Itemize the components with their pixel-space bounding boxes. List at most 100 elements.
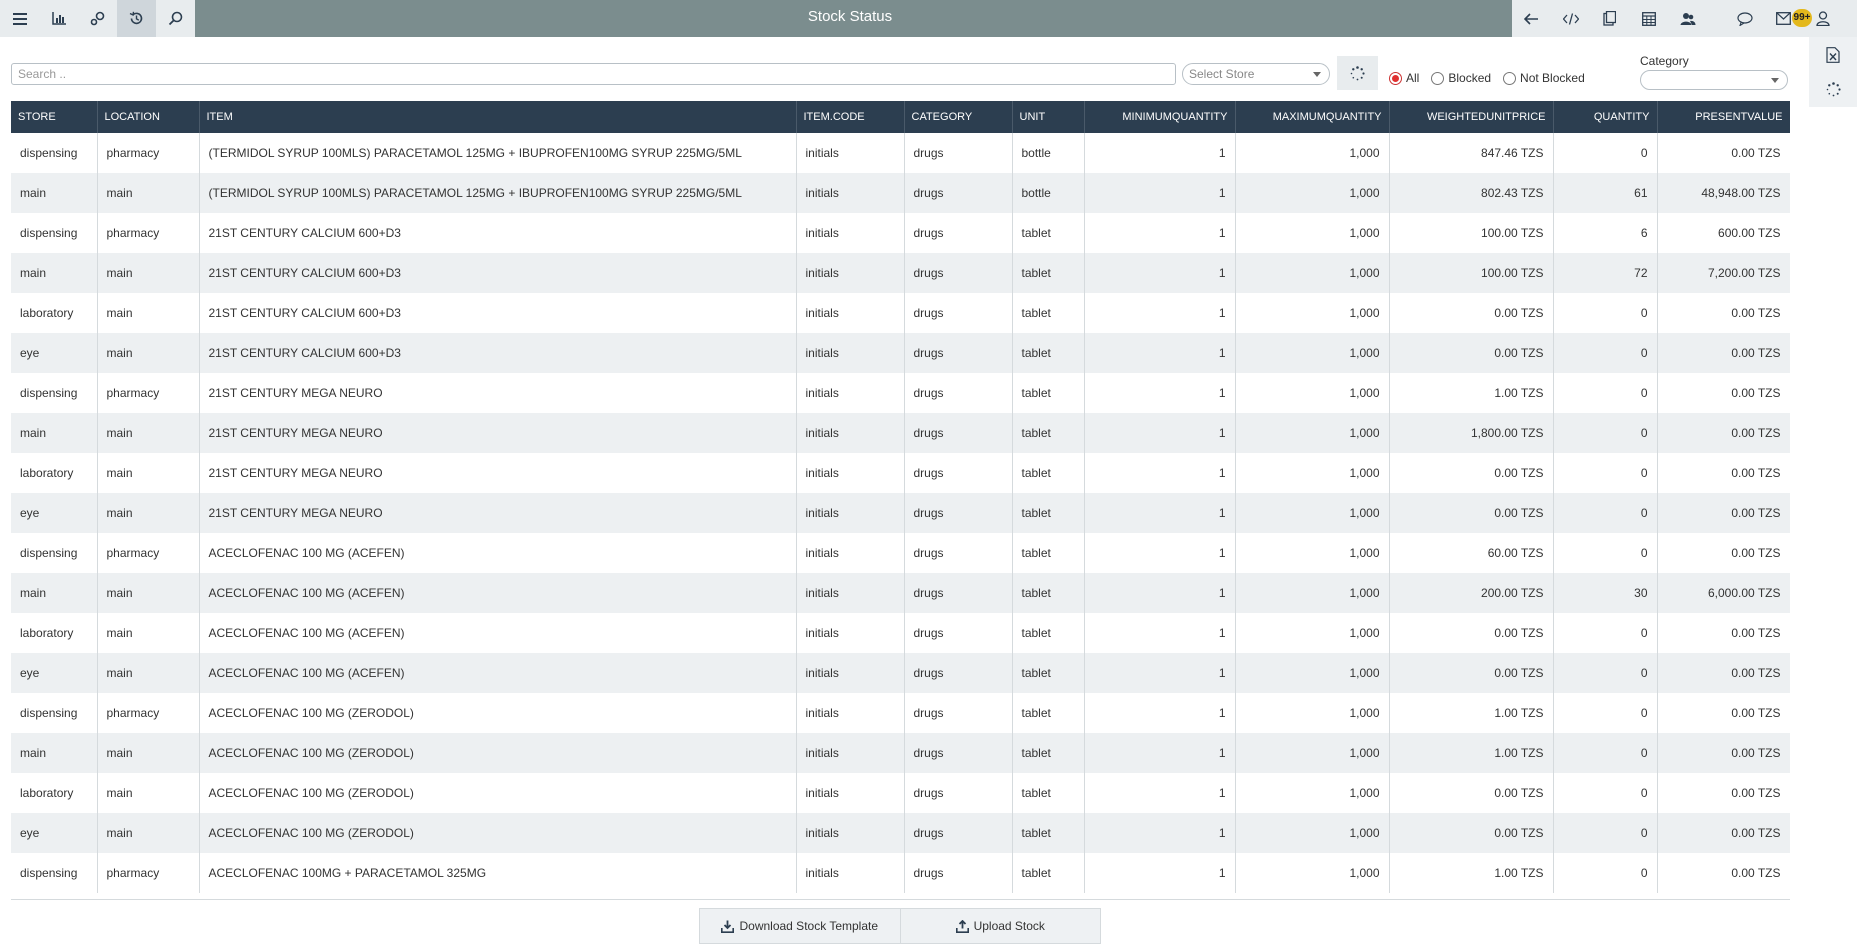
table-row[interactable]: dispensing pharmacy ACECLOFENAC 100MG + PA… xyxy=(11,853,1790,893)
table-cell: 0.00 TZS xyxy=(1657,333,1790,373)
table-row[interactable]: eye main 21ST CENTURY CALCIUM 600+D3 initia… xyxy=(11,333,1790,373)
table-cell: tablet xyxy=(1012,293,1085,333)
code-icon[interactable] xyxy=(1551,0,1590,37)
radio-not-blocked[interactable]: Not Blocked xyxy=(1503,71,1585,85)
table-cell: dispensing xyxy=(11,213,98,253)
table-row[interactable]: eye main 21ST CENTURY MEGA NEURO initials dr… xyxy=(11,493,1790,533)
table-row[interactable]: laboratory main ACECLOFENAC 100 MG (ZERODO… xyxy=(11,773,1790,813)
clipboard-icon[interactable] xyxy=(1590,0,1629,37)
calculator-icon[interactable] xyxy=(1629,0,1668,37)
table-cell: eye xyxy=(11,493,98,533)
table-cell: bottle xyxy=(1012,133,1085,173)
category-select[interactable] xyxy=(1640,70,1788,90)
back-arrow-icon[interactable] xyxy=(1512,0,1551,37)
table-cell: 21ST CENTURY MEGA NEURO xyxy=(199,413,797,453)
column-header[interactable]: MINIMUMQUANTITY xyxy=(1084,101,1236,133)
table-cell: initials xyxy=(796,573,905,613)
loading-icon[interactable] xyxy=(1809,72,1857,107)
menu-icon[interactable] xyxy=(0,0,39,37)
table-row[interactable]: dispensing pharmacy 21ST CENTURY MEGA NEUR… xyxy=(11,373,1790,413)
table-row[interactable]: main main ACECLOFENAC 100 MG (ACEFEN) initi… xyxy=(11,573,1790,613)
store-select[interactable]: Select Store xyxy=(1182,63,1330,85)
table-row[interactable]: laboratory main 21ST CENTURY CALCIUM 600+D… xyxy=(11,293,1790,333)
table-cell: main xyxy=(97,493,200,533)
table-cell: drugs xyxy=(904,333,1013,373)
column-header[interactable]: ITEM xyxy=(199,101,797,133)
radio-all-indicator[interactable] xyxy=(1389,71,1402,85)
refresh-button[interactable] xyxy=(1337,56,1378,90)
radio-all-label: All xyxy=(1406,71,1420,85)
table-cell: 1,000 xyxy=(1235,293,1390,333)
column-header[interactable]: QUANTITY xyxy=(1553,101,1658,133)
chevron-down-icon xyxy=(1771,78,1779,83)
table-cell: 100.00 TZS xyxy=(1389,213,1554,253)
column-header[interactable]: PRESENTVALUE xyxy=(1657,101,1790,133)
table-row[interactable]: dispensing pharmacy ACECLOFENAC 100 MG (ZE… xyxy=(11,693,1790,733)
table-cell: 1,000 xyxy=(1235,573,1390,613)
table-row[interactable]: dispensing pharmacy (TERMIDOL SYRUP 100MLS… xyxy=(11,133,1790,173)
table-row[interactable]: laboratory main ACECLOFENAC 100 MG (ACEFEN… xyxy=(11,613,1790,653)
column-header[interactable]: CATEGORY xyxy=(904,101,1013,133)
table-row[interactable]: laboratory main 21ST CENTURY MEGA NEURO ini… xyxy=(11,453,1790,493)
table-cell: ACECLOFENAC 100 MG (ACEFEN) xyxy=(199,653,797,693)
table-cell: 600.00 TZS xyxy=(1657,213,1790,253)
table-cell: initials xyxy=(796,413,905,453)
table-cell: main xyxy=(97,613,200,653)
table-cell: tablet xyxy=(1012,493,1085,533)
table-cell: 21ST CENTURY CALCIUM 600+D3 xyxy=(199,333,797,373)
table-cell: main xyxy=(97,733,200,773)
table-cell: 0 xyxy=(1553,773,1658,813)
table-cell: initials xyxy=(796,773,905,813)
table-cell: tablet xyxy=(1012,573,1085,613)
table-cell: 802.43 TZS xyxy=(1389,173,1554,213)
table-cell: 0.00 TZS xyxy=(1657,493,1790,533)
table-cell: 6 xyxy=(1553,213,1658,253)
column-header[interactable]: STORE xyxy=(11,101,98,133)
upload-stock-button[interactable]: Upload Stock xyxy=(899,909,1101,943)
table-row[interactable]: main main ACECLOFENAC 100 MG (ZERODOL) init… xyxy=(11,733,1790,773)
table-cell: main xyxy=(97,333,200,373)
table-cell: tablet xyxy=(1012,333,1085,373)
table-row[interactable]: main main 21ST CENTURY CALCIUM 600+D3 initi… xyxy=(11,253,1790,293)
table-row[interactable]: dispensing pharmacy 21ST CENTURY CALCIUM 6… xyxy=(11,213,1790,253)
radio-not-blocked-indicator[interactable] xyxy=(1503,71,1517,85)
bar-chart-icon[interactable] xyxy=(39,0,78,37)
users-icon[interactable] xyxy=(1668,0,1707,37)
radio-blocked-indicator[interactable] xyxy=(1431,71,1445,85)
table-row[interactable]: main main (TERMIDOL SYRUP 100MLS) PARACETA… xyxy=(11,173,1790,213)
table-row[interactable]: dispensing pharmacy ACECLOFENAC 100 MG (AC… xyxy=(11,533,1790,573)
table-row[interactable]: eye main ACECLOFENAC 100 MG (ZERODOL) initi… xyxy=(11,813,1790,853)
table-cell: 6,000.00 TZS xyxy=(1657,573,1790,613)
radio-all[interactable]: All xyxy=(1389,71,1419,85)
table-cell: 0 xyxy=(1553,293,1658,333)
top-bar: Stock Status xyxy=(0,0,1857,37)
notification-badge[interactable]: 99+ xyxy=(1792,9,1812,27)
chat-icon[interactable] xyxy=(1725,0,1764,37)
column-header[interactable]: LOCATION xyxy=(97,101,200,133)
blocked-filter: All Blocked Not Blocked xyxy=(1389,71,1597,85)
table-cell: pharmacy xyxy=(97,133,200,173)
download-template-button[interactable]: Download Stock Template xyxy=(700,909,900,943)
table-cell: 1,000 xyxy=(1235,133,1390,173)
chevron-down-icon xyxy=(1313,72,1321,77)
column-header[interactable]: WEIGHTEDUNITPRICE xyxy=(1389,101,1554,133)
history-icon[interactable] xyxy=(117,0,156,37)
table-row[interactable]: main main 21ST CENTURY MEGA NEURO initials d… xyxy=(11,413,1790,453)
table-cell: ACECLOFENAC 100MG + PARACETAMOL 325MG xyxy=(199,853,797,893)
table-cell: 0 xyxy=(1553,413,1658,453)
settings-icon[interactable] xyxy=(78,0,117,37)
table-cell: 1,000 xyxy=(1235,853,1390,893)
column-header[interactable]: UNIT xyxy=(1012,101,1085,133)
table-cell: 21ST CENTURY CALCIUM 600+D3 xyxy=(199,213,797,253)
table-cell: 1 xyxy=(1084,733,1236,773)
excel-export-icon[interactable] xyxy=(1809,37,1857,72)
table-cell: 0.00 TZS xyxy=(1389,773,1554,813)
column-header[interactable]: MAXIMUMQUANTITY xyxy=(1235,101,1390,133)
table-body: dispensing pharmacy (TERMIDOL SYRUP 100MLS… xyxy=(11,133,1790,893)
column-header[interactable]: ITEM.CODE xyxy=(796,101,905,133)
table-cell: 1,000 xyxy=(1235,453,1390,493)
radio-blocked[interactable]: Blocked xyxy=(1431,71,1491,85)
search-input[interactable] xyxy=(11,63,1176,85)
table-row[interactable]: eye main ACECLOFENAC 100 MG (ACEFEN) initia… xyxy=(11,653,1790,693)
